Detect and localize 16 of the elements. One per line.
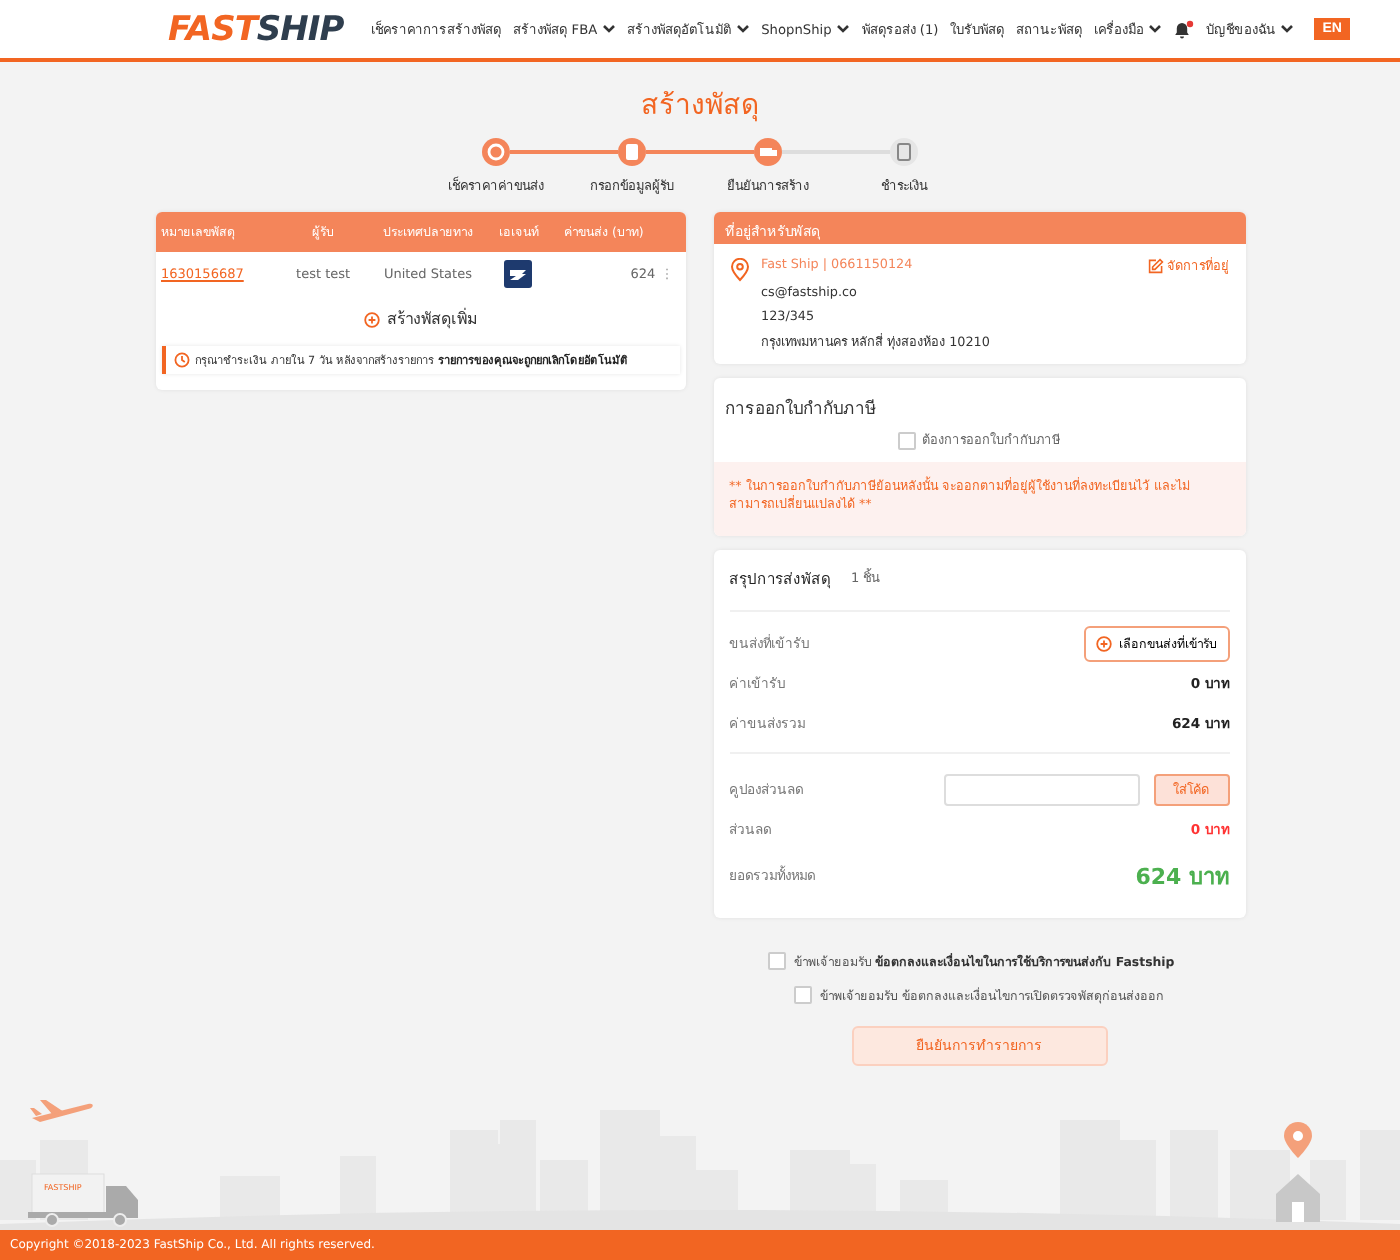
location-pin-icon [729,258,749,282]
checkbox[interactable] [794,986,813,1005]
logo[interactable]: FASTSHIP [168,9,344,49]
edit-icon [1147,258,1163,274]
section-title: การออกใบกำกับภาษี [723,396,879,424]
add-parcel-button[interactable]: สร้างพัสดุเพิ่ม [351,304,489,334]
total-value: 624 บาท [1135,861,1229,894]
plus-circle-icon [363,311,379,327]
airplane-icon [28,1096,96,1128]
agent-logo [504,260,533,288]
checkbox[interactable] [767,952,786,971]
coupon-field[interactable] [943,773,1139,806]
checkbox[interactable] [898,431,916,449]
plus-circle-icon [1095,635,1111,652]
clock-icon [173,352,189,368]
page-title: สร้างพัสดุ [641,88,759,126]
